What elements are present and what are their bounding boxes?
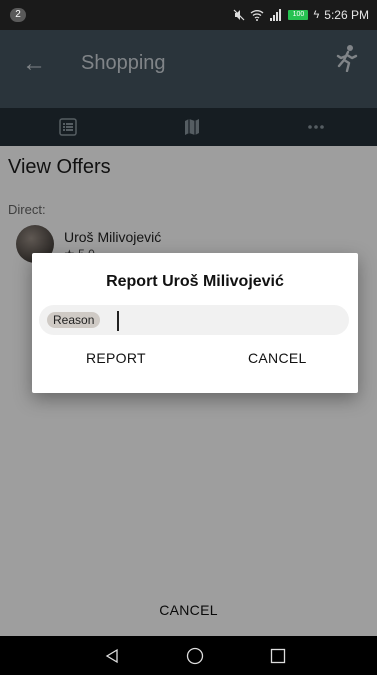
triangle-back-icon bbox=[105, 648, 118, 663]
square-recents-icon bbox=[270, 648, 286, 663]
circle-home-icon bbox=[186, 647, 204, 664]
cancel-button[interactable]: CANCEL bbox=[248, 350, 307, 366]
reason-chip: Reason bbox=[47, 312, 101, 328]
nav-home-button[interactable] bbox=[165, 636, 225, 675]
report-dialog: Report Uroš Milivojević Reason REPORT CA… bbox=[32, 253, 358, 393]
clock: 5:26 PM bbox=[324, 8, 369, 22]
nav-recents-button[interactable] bbox=[248, 636, 308, 675]
status-icons: 100 ϟ 5:26 PM bbox=[233, 7, 369, 23]
wifi-icon bbox=[251, 10, 264, 21]
battery-icon: 100 bbox=[288, 10, 309, 20]
reason-input[interactable] bbox=[117, 311, 345, 331]
system-nav-bar bbox=[0, 636, 377, 675]
reason-field[interactable]: Reason bbox=[39, 305, 349, 335]
charging-icon: ϟ bbox=[313, 9, 320, 21]
notification-count-badge: 2 bbox=[10, 8, 26, 22]
report-button[interactable]: REPORT bbox=[86, 350, 146, 366]
mute-icon bbox=[234, 9, 245, 21]
dialog-title: Report Uroš Milivojević bbox=[106, 273, 284, 290]
signal-icon bbox=[270, 9, 282, 21]
nav-back-button[interactable] bbox=[82, 636, 142, 675]
status-bar: 2 100 ϟ 5:26 PM bbox=[0, 0, 377, 30]
